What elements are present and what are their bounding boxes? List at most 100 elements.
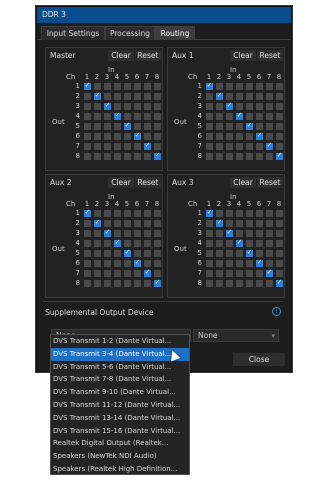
route-checkbox[interactable] bbox=[134, 153, 141, 160]
route-checkbox[interactable] bbox=[256, 230, 263, 237]
route-checkbox[interactable] bbox=[206, 230, 213, 237]
tab-input-settings[interactable]: Input Settings bbox=[41, 26, 105, 40]
route-checkbox[interactable] bbox=[124, 270, 131, 277]
route-checkbox[interactable] bbox=[276, 240, 283, 247]
route-checkbox[interactable] bbox=[206, 113, 213, 120]
route-checkbox[interactable] bbox=[94, 103, 101, 110]
route-checkbox-checked[interactable] bbox=[104, 101, 111, 110]
route-checkbox[interactable] bbox=[276, 93, 283, 100]
route-checkbox-checked[interactable] bbox=[226, 101, 233, 110]
route-checkbox[interactable] bbox=[134, 93, 141, 100]
route-checkbox[interactable] bbox=[134, 103, 141, 110]
route-checkbox[interactable] bbox=[216, 240, 223, 247]
route-checkbox[interactable] bbox=[226, 280, 233, 287]
route-checkbox[interactable] bbox=[266, 133, 273, 140]
route-checkbox[interactable] bbox=[104, 270, 111, 277]
route-checkbox[interactable] bbox=[84, 260, 91, 267]
route-checkbox[interactable] bbox=[134, 143, 141, 150]
route-checkbox-checked[interactable] bbox=[266, 141, 273, 150]
route-checkbox[interactable] bbox=[134, 240, 141, 247]
route-checkbox[interactable] bbox=[236, 93, 243, 100]
route-checkbox[interactable] bbox=[276, 143, 283, 150]
route-checkbox[interactable] bbox=[236, 250, 243, 257]
route-checkbox[interactable] bbox=[256, 83, 263, 90]
route-checkbox[interactable] bbox=[276, 133, 283, 140]
route-checkbox[interactable] bbox=[256, 210, 263, 217]
route-checkbox[interactable] bbox=[144, 153, 151, 160]
route-checkbox[interactable] bbox=[144, 133, 151, 140]
route-checkbox[interactable] bbox=[94, 113, 101, 120]
route-checkbox[interactable] bbox=[84, 240, 91, 247]
route-checkbox-checked[interactable] bbox=[276, 278, 283, 287]
route-checkbox[interactable] bbox=[84, 280, 91, 287]
route-checkbox[interactable] bbox=[246, 103, 253, 110]
dropdown-option[interactable]: DVS Transmit 13-14 (Dante Virtual... bbox=[51, 412, 189, 425]
route-checkbox[interactable] bbox=[144, 123, 151, 130]
route-checkbox[interactable] bbox=[256, 153, 263, 160]
route-checkbox-checked[interactable] bbox=[216, 218, 223, 227]
route-checkbox-checked[interactable] bbox=[216, 91, 223, 100]
route-checkbox[interactable] bbox=[154, 250, 161, 257]
tab-routing[interactable]: Routing bbox=[155, 26, 195, 40]
route-checkbox[interactable] bbox=[226, 270, 233, 277]
route-checkbox[interactable] bbox=[266, 280, 273, 287]
route-checkbox-checked[interactable] bbox=[114, 238, 121, 247]
route-checkbox[interactable] bbox=[94, 210, 101, 217]
route-checkbox[interactable] bbox=[226, 113, 233, 120]
route-checkbox[interactable] bbox=[104, 123, 111, 130]
route-checkbox[interactable] bbox=[276, 220, 283, 227]
route-checkbox[interactable] bbox=[216, 133, 223, 140]
route-checkbox[interactable] bbox=[134, 220, 141, 227]
route-checkbox[interactable] bbox=[124, 83, 131, 90]
route-checkbox[interactable] bbox=[114, 220, 121, 227]
route-checkbox[interactable] bbox=[104, 210, 111, 217]
route-checkbox[interactable] bbox=[114, 210, 121, 217]
route-checkbox[interactable] bbox=[246, 280, 253, 287]
route-checkbox[interactable] bbox=[206, 260, 213, 267]
route-checkbox[interactable] bbox=[236, 280, 243, 287]
dropdown-option[interactable]: DVS Transmit 15-16 (Dante Virtual... bbox=[51, 425, 189, 438]
route-checkbox-checked[interactable] bbox=[104, 228, 111, 237]
route-checkbox[interactable] bbox=[124, 143, 131, 150]
reset-button[interactable]: Reset bbox=[257, 50, 283, 61]
route-checkbox-checked[interactable] bbox=[94, 218, 101, 227]
route-checkbox[interactable] bbox=[276, 210, 283, 217]
route-checkbox[interactable] bbox=[154, 230, 161, 237]
route-checkbox[interactable] bbox=[94, 153, 101, 160]
route-checkbox[interactable] bbox=[276, 230, 283, 237]
route-checkbox-checked[interactable] bbox=[256, 258, 263, 267]
route-checkbox[interactable] bbox=[114, 230, 121, 237]
route-checkbox[interactable] bbox=[206, 240, 213, 247]
route-checkbox[interactable] bbox=[114, 103, 121, 110]
route-checkbox[interactable] bbox=[144, 250, 151, 257]
route-checkbox[interactable] bbox=[216, 153, 223, 160]
route-checkbox[interactable] bbox=[226, 123, 233, 130]
route-checkbox[interactable] bbox=[134, 270, 141, 277]
route-checkbox[interactable] bbox=[84, 133, 91, 140]
route-checkbox[interactable] bbox=[144, 220, 151, 227]
route-checkbox[interactable] bbox=[134, 113, 141, 120]
dropdown-option[interactable]: DVS Transmit 11-12 (Dante Virtual... bbox=[51, 399, 189, 412]
route-checkbox[interactable] bbox=[104, 220, 111, 227]
route-checkbox[interactable] bbox=[84, 230, 91, 237]
route-checkbox[interactable] bbox=[104, 240, 111, 247]
dropdown-option[interactable]: DVS Transmit 1-2 (Dante Virtual... bbox=[51, 335, 189, 348]
route-checkbox[interactable] bbox=[246, 153, 253, 160]
route-checkbox[interactable] bbox=[104, 113, 111, 120]
route-checkbox[interactable] bbox=[144, 260, 151, 267]
reset-button[interactable]: Reset bbox=[135, 50, 161, 61]
route-checkbox[interactable] bbox=[246, 230, 253, 237]
route-checkbox[interactable] bbox=[266, 250, 273, 257]
route-checkbox[interactable] bbox=[114, 93, 121, 100]
route-checkbox[interactable] bbox=[236, 153, 243, 160]
route-checkbox[interactable] bbox=[236, 143, 243, 150]
route-checkbox[interactable] bbox=[216, 210, 223, 217]
info-icon[interactable]: i bbox=[272, 307, 281, 316]
route-checkbox[interactable] bbox=[216, 83, 223, 90]
route-checkbox[interactable] bbox=[266, 230, 273, 237]
route-checkbox[interactable] bbox=[256, 220, 263, 227]
route-checkbox-checked[interactable] bbox=[236, 111, 243, 120]
route-checkbox[interactable] bbox=[256, 123, 263, 130]
route-checkbox[interactable] bbox=[216, 250, 223, 257]
route-checkbox[interactable] bbox=[114, 83, 121, 90]
